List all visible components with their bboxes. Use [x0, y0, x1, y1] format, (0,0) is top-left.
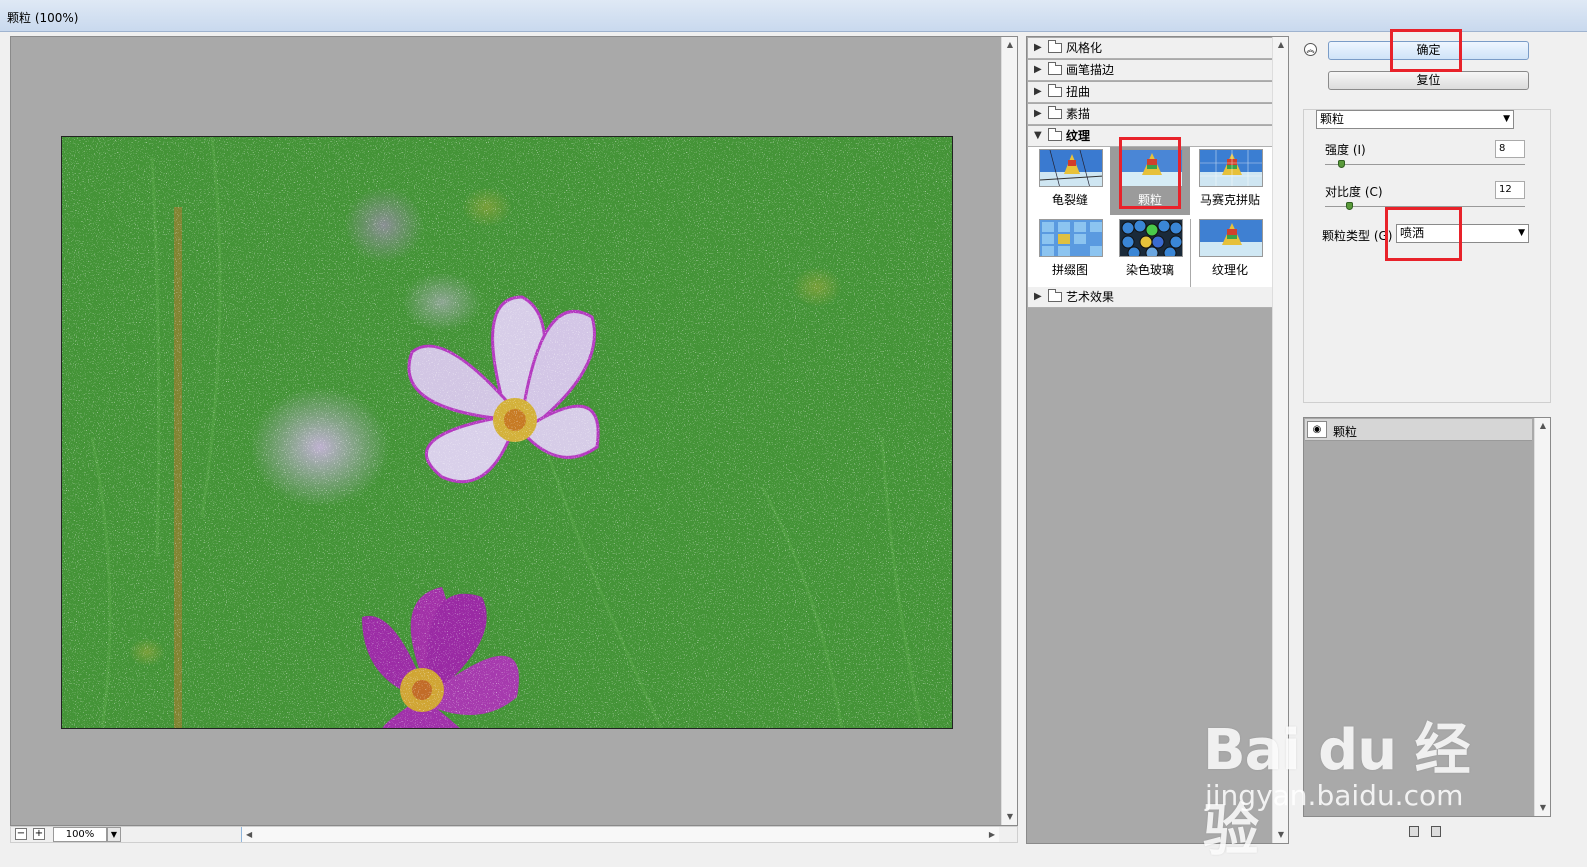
category-stylize[interactable]: ▶ 风格化 [1028, 38, 1272, 59]
layers-scrollbar[interactable]: ▲ ▼ [1534, 418, 1550, 816]
collapse-gallery-icon[interactable]: ︽ [1304, 43, 1317, 56]
category-sketch[interactable]: ▶ 素描 [1028, 104, 1272, 125]
expand-arrow-icon: ▶ [1034, 291, 1042, 302]
effect-layer-row[interactable]: ◉ 颗粒 [1305, 419, 1532, 441]
scroll-left-icon[interactable]: ◀ [246, 827, 252, 842]
scroll-up-icon[interactable]: ▲ [1535, 418, 1551, 434]
intensity-label: 强度 (I) [1325, 143, 1366, 157]
window-title-bar: 颗粒 (100%) [0, 0, 1587, 32]
effect-layers-panel: ◉ 颗粒 ▲ ▼ [1303, 417, 1551, 817]
thumbnail-image [1039, 219, 1103, 257]
category-artistic[interactable]: ▶ 艺术效果 [1028, 287, 1272, 308]
folder-icon [1048, 40, 1062, 53]
intensity-field[interactable]: 8 [1495, 140, 1525, 158]
grain-type-label: 颗粒类型 (G) [1322, 229, 1393, 243]
folder-open-icon [1048, 128, 1062, 141]
gallery-scrollbar[interactable]: ▲ ▼ [1272, 37, 1288, 843]
scroll-down-icon[interactable]: ▼ [1002, 809, 1018, 825]
thumbnail-image [1199, 219, 1263, 257]
window-title: 颗粒 (100%) [7, 11, 79, 25]
filter-select[interactable]: 颗粒 ▼ [1316, 110, 1514, 129]
expand-arrow-icon: ▶ [1034, 108, 1042, 119]
expand-arrow-icon: ▶ [1034, 42, 1042, 53]
zoom-bar: − + 100% ▼ ◀ ▶ [10, 826, 1018, 843]
thumbnail-image [1039, 149, 1103, 187]
preview-vertical-scrollbar[interactable]: ▲ ▼ [1001, 37, 1017, 825]
new-layer-icon[interactable] [1409, 826, 1419, 837]
category-brush-strokes[interactable]: ▶ 画笔描边 [1028, 60, 1272, 81]
intensity-track [1325, 164, 1525, 165]
thumb-craquelure[interactable]: 龟裂缝 [1030, 147, 1110, 215]
thumbnail-image [1119, 219, 1183, 257]
scroll-up-icon[interactable]: ▲ [1002, 37, 1018, 53]
folder-icon [1048, 62, 1062, 75]
preview-pane[interactable]: ▲ ▼ [10, 36, 1018, 826]
dropdown-arrow-icon: ▼ [1503, 114, 1510, 124]
scroll-right-icon[interactable]: ▶ [989, 827, 995, 842]
zoom-dropdown-icon[interactable]: ▼ [107, 827, 121, 842]
preview-horizontal-scrollbar[interactable]: ◀ ▶ [241, 827, 999, 842]
folder-icon [1048, 289, 1062, 302]
layer-actions [1409, 826, 1449, 840]
thumb-divider [1190, 219, 1191, 287]
contrast-slider[interactable] [1346, 202, 1353, 210]
folder-icon [1048, 84, 1062, 97]
collapse-arrow-icon: ▼ [1034, 130, 1042, 141]
thumb-patchwork[interactable]: 拼缀图 [1030, 217, 1110, 285]
preview-image [61, 136, 953, 729]
intensity-slider[interactable] [1338, 160, 1345, 168]
expand-arrow-icon: ▶ [1034, 86, 1042, 97]
category-distort[interactable]: ▶ 扭曲 [1028, 82, 1272, 103]
contrast-field[interactable]: 12 [1495, 181, 1525, 199]
grain-type-highlight-box [1385, 207, 1462, 261]
eye-icon[interactable]: ◉ [1307, 421, 1327, 438]
contrast-label: 对比度 (C) [1325, 185, 1383, 199]
scroll-up-icon[interactable]: ▲ [1273, 37, 1289, 53]
filter-controls: ︽ 确定 复位 颗粒 ▼ 强度 (I) 8 对比度 (C) 12 颗粒类型 (G… [1297, 36, 1581, 844]
thumb-mosaic-tiles[interactable]: 马赛克拼贴 [1190, 147, 1270, 215]
scroll-down-icon[interactable]: ▼ [1273, 827, 1289, 843]
scroll-down-icon[interactable]: ▼ [1535, 800, 1551, 816]
zoom-level-field[interactable]: 100% [53, 827, 107, 842]
thumb-stained-glass[interactable]: 染色玻璃 [1110, 217, 1190, 285]
reset-button[interactable]: 复位 [1328, 71, 1529, 90]
zoom-out-button[interactable]: − [15, 828, 27, 840]
expand-arrow-icon: ▶ [1034, 64, 1042, 75]
delete-layer-icon[interactable] [1431, 826, 1441, 837]
ok-highlight-box [1390, 29, 1462, 72]
dropdown-arrow-icon: ▼ [1518, 228, 1525, 238]
thumbnail-image [1199, 149, 1263, 187]
thumb-texturizer[interactable]: 纹理化 [1190, 217, 1270, 285]
grain-highlight-box [1119, 137, 1181, 209]
folder-icon [1048, 106, 1062, 119]
zoom-in-button[interactable]: + [33, 828, 45, 840]
